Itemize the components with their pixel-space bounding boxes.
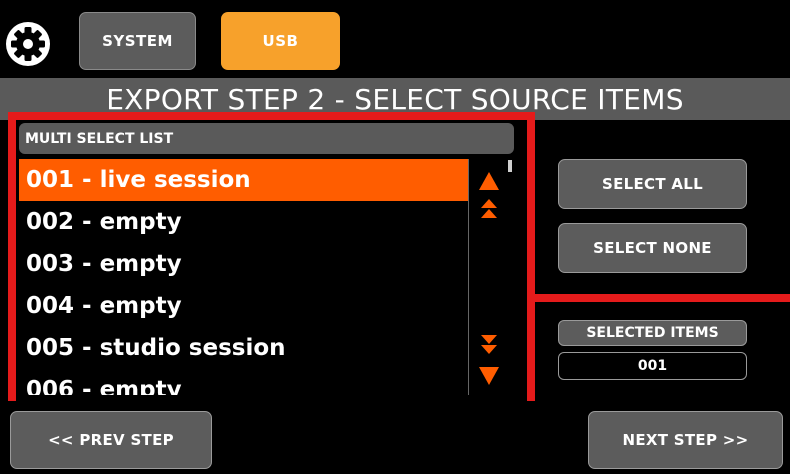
selected-items-value: 001: [558, 352, 747, 380]
highlight-connector-line: [535, 294, 790, 302]
gear-icon[interactable]: [6, 22, 50, 66]
list-item-006[interactable]: 006 - empty: [19, 369, 468, 395]
arrow-down-icon[interactable]: [478, 366, 500, 386]
list-item-002[interactable]: 002 - empty: [19, 201, 468, 243]
page-title: EXPORT STEP 2 - SELECT SOURCE ITEMS: [106, 82, 684, 116]
next-step-button[interactable]: NEXT STEP >>: [588, 411, 783, 469]
arrow-up-icon[interactable]: [478, 171, 500, 191]
selected-items-label: SELECTED ITEMS: [558, 320, 747, 346]
tab-usb[interactable]: USB: [221, 12, 340, 70]
prev-step-button[interactable]: << PREV STEP: [10, 411, 212, 469]
select-none-button[interactable]: SELECT NONE: [558, 223, 747, 273]
select-all-button[interactable]: SELECT ALL: [558, 159, 747, 209]
double-arrow-up-icon[interactable]: [480, 198, 498, 220]
double-arrow-down-icon[interactable]: [480, 334, 498, 356]
list-item-003[interactable]: 003 - empty: [19, 243, 468, 285]
list-item-005[interactable]: 005 - studio session: [19, 327, 468, 369]
multi-select-list[interactable]: 001 - live session 002 - empty 003 - emp…: [19, 159, 468, 395]
list-header: MULTI SELECT LIST: [19, 123, 514, 154]
list-item-004[interactable]: 004 - empty: [19, 285, 468, 327]
list-scrollbar: [468, 159, 514, 395]
scroll-thumb[interactable]: [508, 160, 512, 172]
tab-system[interactable]: SYSTEM: [79, 12, 196, 70]
list-item-001[interactable]: 001 - live session: [19, 159, 468, 201]
